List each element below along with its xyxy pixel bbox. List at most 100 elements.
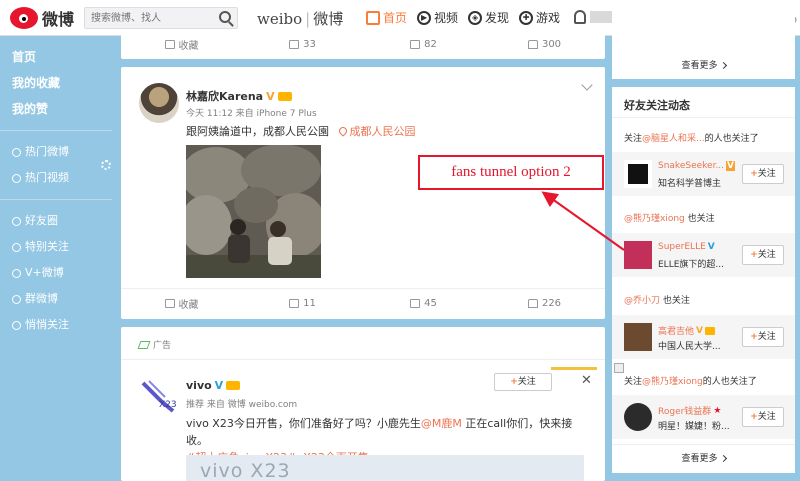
recommended-user-row[interactable]: 高君吉他 V 中国人民大学... +关注 bbox=[612, 315, 795, 359]
panel-title: 好友关注动态 bbox=[624, 99, 690, 112]
search-icon[interactable] bbox=[219, 11, 231, 23]
sidebar-settings-icon[interactable] bbox=[101, 160, 111, 170]
follow-activity-desc: @熊乃瑾xiong 也关注 bbox=[624, 211, 715, 224]
favorite-label: 收藏 bbox=[178, 40, 199, 52]
post-menu-chevron-icon[interactable] bbox=[581, 79, 593, 91]
user-name[interactable]: Roger钱益群 bbox=[658, 404, 711, 417]
user-name[interactable]: SuperELLE bbox=[658, 242, 706, 252]
sidebar-item-likes[interactable]: 我的赞 bbox=[0, 96, 112, 122]
ad-flag-icon bbox=[137, 340, 151, 349]
ad-banner-image[interactable]: vivo X23 bbox=[186, 455, 584, 481]
user-avatar[interactable] bbox=[624, 241, 652, 269]
desc-suffix: 也关注 bbox=[684, 214, 715, 224]
desc-mention[interactable]: @脑星人和采... bbox=[642, 134, 705, 144]
nav-games[interactable]: ✚ 游戏 bbox=[519, 9, 560, 26]
chevron-right-icon bbox=[719, 61, 727, 70]
follow-button[interactable]: +关注 bbox=[494, 373, 552, 391]
follow-button[interactable]: +关注 bbox=[742, 245, 784, 265]
follow-button[interactable]: +关注 bbox=[742, 327, 784, 347]
follow-button[interactable]: +关注 bbox=[742, 407, 784, 427]
sidebar-label: 好友圈 bbox=[25, 214, 58, 227]
verified-badge: V bbox=[214, 379, 224, 392]
plus-icon: + bbox=[510, 377, 518, 387]
user-avatar[interactable] bbox=[624, 323, 652, 351]
panel-divider bbox=[612, 444, 795, 445]
see-more-label: 查看更多 bbox=[681, 61, 718, 71]
logo-text: 微博 bbox=[42, 10, 75, 29]
weibo-eye-icon bbox=[10, 7, 38, 29]
user-name-row: SnakeSeeker... V bbox=[658, 161, 736, 171]
sidebar-item-special-follow[interactable]: 特别关注 bbox=[0, 234, 112, 260]
star-badge: ★ bbox=[713, 405, 722, 416]
forward-button[interactable]: 33 bbox=[242, 39, 363, 50]
forward-icon bbox=[289, 39, 300, 49]
sidebar-label: 热门视频 bbox=[25, 171, 69, 184]
ad-label: 广告 bbox=[137, 338, 171, 351]
panel-divider bbox=[612, 117, 795, 118]
forward-button[interactable]: 11 bbox=[242, 298, 363, 309]
brand-wordmark[interactable]: weibo | 微博 bbox=[257, 8, 343, 29]
sidebar-item-favorites[interactable]: 我的收藏 bbox=[0, 70, 112, 96]
nav-video[interactable]: ▶ 视频 bbox=[417, 9, 458, 26]
see-more-link[interactable]: 查看更多 bbox=[612, 58, 795, 71]
nav-video-label: 视频 bbox=[434, 11, 459, 25]
left-sidebar: 首页 我的收藏 我的赞 热门微博 热门视频 好友圈 特别关注 V+微博 群微博 … bbox=[0, 44, 112, 338]
sidebar-item-vplus[interactable]: V+微博 bbox=[0, 260, 112, 286]
comment-icon bbox=[410, 39, 421, 49]
user-avatar[interactable] bbox=[624, 160, 652, 188]
follow-label: 关注 bbox=[757, 250, 776, 260]
plus-icon: + bbox=[750, 412, 758, 422]
star-outline-icon bbox=[164, 298, 175, 308]
author-avatar[interactable] bbox=[139, 83, 179, 123]
mention-link[interactable]: @M鹿M bbox=[421, 417, 462, 430]
nav-discover[interactable]: ◈ 发现 bbox=[468, 9, 509, 26]
sidebar-item-hot-weibo[interactable]: 热门微博 bbox=[0, 139, 112, 165]
follow-label: 关注 bbox=[757, 169, 776, 179]
plus-icon: + bbox=[750, 332, 758, 342]
user-name[interactable]: SnakeSeeker... bbox=[658, 161, 724, 171]
follow-activity-desc: @乔小刀 也关注 bbox=[624, 293, 690, 306]
recommended-user-row[interactable]: SnakeSeeker... V 知名科学普博主 +关注 bbox=[612, 152, 795, 196]
nav-home[interactable]: 首页 bbox=[366, 9, 407, 26]
like-button[interactable]: 300 bbox=[484, 39, 605, 50]
favorite-button[interactable]: 收藏 bbox=[121, 296, 242, 311]
sidebar-item-hot-video[interactable]: 热门视频 bbox=[0, 165, 112, 191]
ad-ribbon bbox=[551, 367, 597, 370]
comment-button[interactable]: 45 bbox=[363, 298, 484, 309]
star-outline-icon bbox=[164, 39, 175, 49]
post-photo[interactable] bbox=[186, 145, 321, 278]
author-name[interactable]: 林嘉欣Karena bbox=[186, 88, 263, 104]
user-name[interactable]: 高君吉他 bbox=[658, 324, 694, 337]
advertiser-name[interactable]: vivo bbox=[186, 379, 212, 392]
sidebar-item-home[interactable]: 首页 bbox=[0, 44, 112, 70]
verified-badge: V bbox=[696, 325, 703, 336]
nav-home-label: 首页 bbox=[383, 11, 408, 25]
post-body: 跟阿姨論道中，成都人民公園 bbox=[186, 125, 329, 138]
post-actions: 收藏 11 45 226 bbox=[121, 289, 605, 317]
user-avatar[interactable] bbox=[624, 403, 652, 431]
sidebar-label: 热门微博 bbox=[25, 145, 69, 158]
favorite-button[interactable]: 收藏 bbox=[121, 37, 242, 52]
card-divider bbox=[121, 359, 605, 360]
vivo-avatar[interactable]: X23 bbox=[139, 377, 179, 417]
desc-mention[interactable]: @熊乃瑾xiong bbox=[624, 214, 685, 224]
sidebar-item-group-weibo[interactable]: 群微博 bbox=[0, 286, 112, 312]
close-icon[interactable]: ✕ bbox=[581, 373, 592, 388]
user-bio: ELLE旗下的超... bbox=[658, 260, 724, 270]
desc-mention[interactable]: @乔小刀 bbox=[624, 296, 660, 306]
like-button[interactable]: 226 bbox=[484, 298, 605, 309]
recommended-user-row[interactable]: Roger钱益群 ★ 明星！媒婕！粉... +关注 bbox=[612, 395, 795, 439]
follow-button[interactable]: +关注 bbox=[742, 164, 784, 184]
weibo-logo[interactable]: 微博 bbox=[10, 6, 74, 30]
search-input[interactable] bbox=[85, 8, 210, 28]
recommended-user-row[interactable]: SuperELLE V ELLE旗下的超... +关注 bbox=[612, 233, 795, 277]
chevron-right-icon bbox=[719, 454, 727, 463]
comment-button[interactable]: 82 bbox=[363, 39, 484, 50]
see-more-link[interactable]: 查看更多 bbox=[612, 451, 795, 464]
sidebar-item-secret-follow[interactable]: 悄悄关注 bbox=[0, 312, 112, 338]
location-link[interactable]: 成都人民公园 bbox=[336, 125, 416, 138]
sidebar-item-friends-circle[interactable]: 好友圈 bbox=[0, 208, 112, 234]
star-icon bbox=[12, 242, 21, 252]
main-nav: 首页 ▶ 视频 ◈ 发现 ✚ 游戏 bbox=[366, 9, 560, 26]
desc-mention[interactable]: @熊乃瑾xiong bbox=[642, 377, 703, 387]
